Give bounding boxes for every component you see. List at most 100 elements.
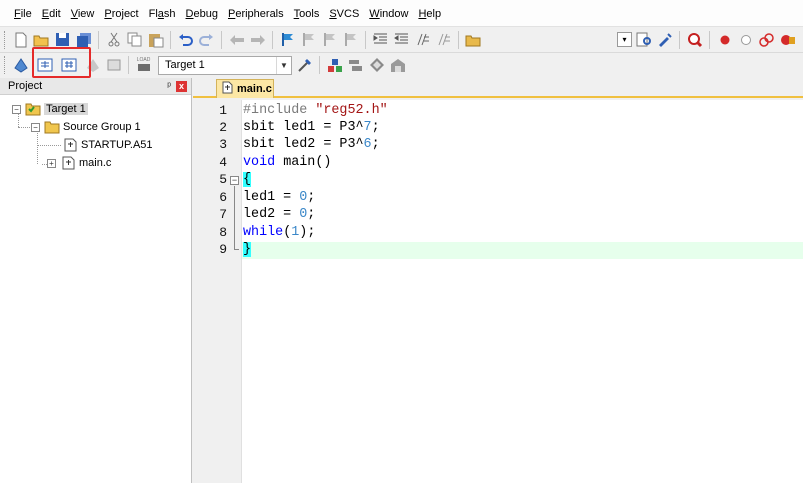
- insert-breakpoint-icon[interactable]: [715, 30, 734, 49]
- line-number: 7: [219, 207, 227, 222]
- stop-build-icon[interactable]: [104, 56, 123, 75]
- tree-connector: [37, 145, 61, 146]
- code-line-1: #include "reg52.h": [243, 103, 388, 118]
- code-line-3: sbit led2 = P3^6;: [243, 137, 380, 152]
- code-line-8: while(1);: [243, 225, 316, 240]
- tree-label-target: Target 1: [44, 103, 88, 115]
- redo-icon[interactable]: [197, 30, 216, 49]
- bookmark-clear-icon[interactable]: [341, 30, 360, 49]
- toolbar-separator: [170, 30, 171, 49]
- disable-breakpoints-icon[interactable]: [757, 30, 776, 49]
- fold-toggle-icon[interactable]: −: [230, 176, 239, 185]
- pin-icon[interactable]: ᵖ: [167, 81, 171, 92]
- toolbar-separator: [458, 30, 459, 49]
- target-options-icon[interactable]: [295, 56, 314, 75]
- find-dropdown-icon[interactable]: ▾: [617, 32, 632, 47]
- tree-item-target[interactable]: − Target 1: [12, 100, 88, 118]
- menu-bar: File Edit View Project Flash Debug Perip…: [0, 0, 803, 27]
- menu-peripherals[interactable]: Peripherals: [223, 0, 289, 27]
- tree-label-startup-file: STARTUP.A51: [81, 139, 153, 151]
- toolbar-separator: [272, 30, 273, 49]
- tree-label-main-file: main.c: [79, 157, 112, 169]
- copy-icon[interactable]: [125, 30, 144, 49]
- toolbar-grip[interactable]: [4, 56, 7, 74]
- line-number-gutter: 1 2 3 4 5 6 7 8 9 −: [193, 100, 242, 483]
- toolbar-separator: [679, 30, 680, 49]
- code-editor[interactable]: 1 2 3 4 5 6 7 8 9 − #include "reg52.h" s…: [193, 100, 803, 483]
- select-packs-icon[interactable]: [346, 56, 365, 75]
- menu-window[interactable]: Window: [364, 0, 413, 27]
- menu-svcs[interactable]: SVCS: [324, 0, 364, 27]
- line-number: 4: [219, 155, 227, 170]
- code-line-9: }: [243, 242, 252, 257]
- target-select[interactable]: Target 1 ▼: [158, 55, 292, 75]
- code-line-6: led1 = 0;: [243, 190, 316, 205]
- enable-breakpoint-icon[interactable]: [736, 30, 755, 49]
- tree-item-main-file[interactable]: + main.c: [47, 154, 111, 172]
- line-number: 6: [219, 190, 227, 205]
- toolbar-separator: [365, 30, 366, 49]
- fold-line: [234, 186, 235, 249]
- menu-file[interactable]: File: [9, 0, 37, 27]
- code-line-7: led2 = 0;: [243, 207, 316, 222]
- asm-file-icon: [62, 138, 78, 152]
- tree-item-startup-file[interactable]: STARTUP.A51: [62, 136, 153, 154]
- line-number: 9: [219, 242, 227, 257]
- translate-icon[interactable]: [11, 56, 30, 75]
- line-number: 5: [219, 172, 227, 187]
- incremental-find-icon[interactable]: [634, 30, 653, 49]
- line-number: 1: [219, 103, 227, 118]
- download-icon[interactable]: LOAD: [134, 56, 153, 75]
- bookmark-toggle-icon[interactable]: [278, 30, 297, 49]
- collapse-icon[interactable]: −: [12, 104, 21, 114]
- pack-installer-icon[interactable]: [388, 56, 407, 75]
- c-file-icon: [60, 156, 76, 170]
- find-in-files-icon[interactable]: [464, 30, 483, 49]
- bookmark-next-icon[interactable]: [320, 30, 339, 49]
- folder-icon: [44, 120, 60, 134]
- new-file-icon[interactable]: [11, 30, 30, 49]
- tree-label-source-group: Source Group 1: [63, 121, 141, 133]
- menu-view[interactable]: View: [66, 0, 100, 27]
- navigate-forward-icon[interactable]: [248, 30, 267, 49]
- target-select-value: Target 1: [165, 59, 205, 71]
- current-line-highlight: [242, 242, 803, 259]
- project-panel: Project ᵖ x − Target 1 − Source Group 1 …: [0, 78, 192, 483]
- cut-icon[interactable]: [104, 30, 123, 49]
- toolbar-separator: [709, 30, 710, 49]
- line-number: 2: [219, 120, 227, 135]
- toolbar-grip[interactable]: [4, 30, 7, 49]
- line-number: 8: [219, 225, 227, 240]
- close-icon[interactable]: x: [176, 80, 187, 92]
- tree-item-source-group[interactable]: − Source Group 1: [31, 118, 141, 136]
- highlight-box: [32, 47, 91, 78]
- menu-debug[interactable]: Debug: [181, 0, 223, 27]
- toolbar-separator: [98, 30, 99, 49]
- collapse-icon[interactable]: −: [31, 122, 40, 132]
- expand-icon[interactable]: +: [47, 158, 56, 168]
- menu-flash[interactable]: Flash: [144, 0, 181, 27]
- fold-line-end: [234, 249, 239, 250]
- menu-tools[interactable]: Tools: [289, 0, 325, 27]
- start-debug-icon[interactable]: [685, 30, 704, 49]
- code-line-5: {: [243, 172, 252, 187]
- bookmark-prev-icon[interactable]: [299, 30, 318, 49]
- unindent-icon[interactable]: [392, 30, 411, 49]
- undo-icon[interactable]: [176, 30, 195, 49]
- comment-icon[interactable]: [413, 30, 432, 49]
- manage-components-icon[interactable]: [325, 56, 344, 75]
- menu-project[interactable]: Project: [99, 0, 143, 27]
- run-time-environment-icon[interactable]: [367, 56, 386, 75]
- find-replace-icon[interactable]: [655, 30, 674, 49]
- uncomment-icon[interactable]: [434, 30, 453, 49]
- menu-help[interactable]: Help: [413, 0, 446, 27]
- paste-icon[interactable]: [146, 30, 165, 49]
- tab-main-c[interactable]: main.c: [216, 79, 274, 98]
- navigate-back-icon[interactable]: [227, 30, 246, 49]
- kill-breakpoints-icon[interactable]: [778, 30, 797, 49]
- toolbar-separator: [128, 56, 129, 74]
- indent-icon[interactable]: [371, 30, 390, 49]
- c-file-icon: [222, 81, 233, 97]
- menu-edit[interactable]: Edit: [37, 0, 66, 27]
- toolbar-separator: [221, 30, 222, 49]
